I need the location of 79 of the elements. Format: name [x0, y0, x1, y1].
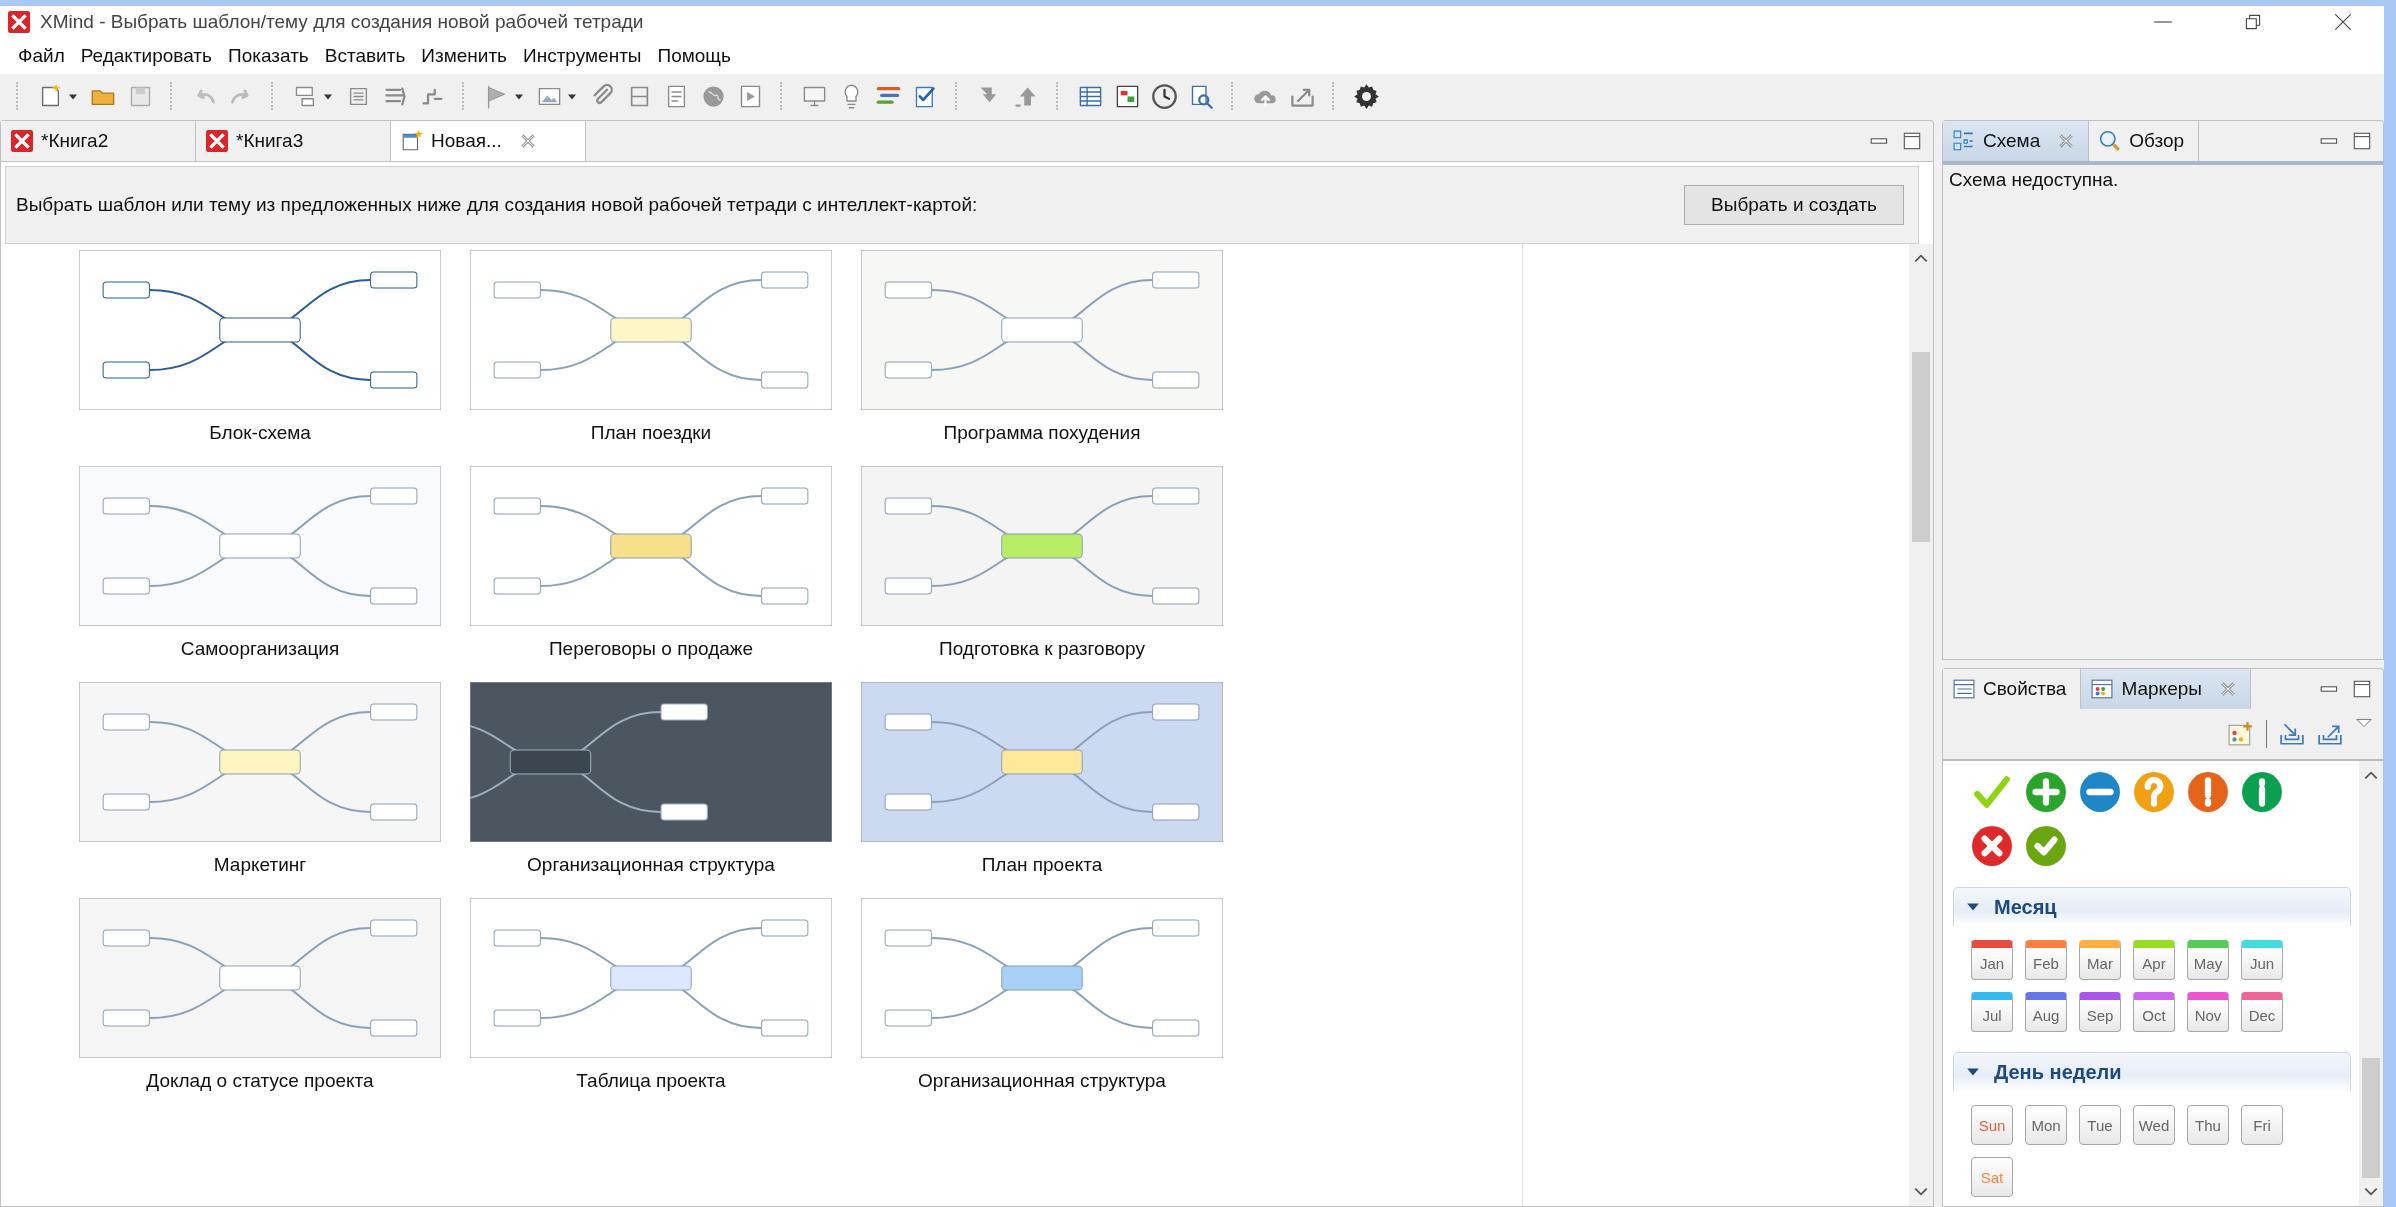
marker-button[interactable]: Jan — [1971, 940, 2013, 980]
menu-item[interactable]: Редактировать — [72, 41, 220, 71]
template-name[interactable]: Доклад о статусе проекта — [146, 1070, 374, 1092]
scroll-thumb[interactable] — [2362, 1058, 2380, 1178]
marker-button[interactable]: Dec — [2241, 992, 2283, 1032]
marker-button[interactable]: Nov — [2187, 992, 2229, 1032]
import-icon[interactable] — [2279, 721, 2305, 747]
marker-button[interactable]: Mar — [2079, 940, 2121, 980]
panel-tab[interactable]: Маркеры — [2081, 669, 2251, 709]
check-circle-icon[interactable] — [2025, 825, 2067, 867]
workbook-icon — [206, 130, 228, 152]
menu-item[interactable]: Файл — [10, 41, 73, 71]
editor-tab[interactable]: *Книга2 — [1, 121, 196, 161]
marker-button[interactable]: Sep — [2079, 992, 2121, 1032]
marker-button[interactable]: May — [2187, 940, 2229, 980]
add-marker-icon[interactable] — [2228, 721, 2254, 747]
marker-button[interactable]: Tue — [2079, 1105, 2121, 1145]
workbook-icon — [11, 130, 33, 152]
window-title: XMind - Выбрать шаблон/тему для создания новой рабочей тетради — [40, 11, 644, 33]
marker-button[interactable]: Wed — [2133, 1105, 2175, 1145]
marker-button[interactable]: Feb — [2025, 940, 2067, 980]
template-name[interactable]: Таблица проекта — [576, 1070, 726, 1092]
maximize-icon[interactable] — [2351, 678, 2373, 700]
scroll-up-icon[interactable] — [2363, 769, 2379, 781]
scrollbar[interactable] — [1909, 244, 1933, 1206]
clock-icon[interactable] — [1151, 82, 1178, 110]
scroll-down-icon[interactable] — [1913, 1186, 1929, 1198]
prompt-text: Выбрать шаблон или тему из предложенных ниже для создания новой рабочей тетради с интеллект-картой: — [16, 194, 979, 216]
search-icon — [2099, 130, 2122, 152]
plus-icon[interactable] — [2025, 771, 2067, 813]
marker-button[interactable]: Apr — [2133, 940, 2175, 980]
maximize-icon[interactable] — [2351, 130, 2373, 152]
template-name[interactable]: Маркетинг — [213, 854, 307, 876]
template-name[interactable]: План поездки — [590, 422, 712, 444]
cross-icon[interactable] — [1971, 825, 2013, 867]
panel-tab[interactable]: Свойства — [1943, 669, 2082, 709]
menu-item[interactable]: Показать — [219, 41, 317, 71]
outline-message: Схема недоступна. — [1949, 169, 2119, 190]
marker-button[interactable]: Oct — [2133, 992, 2175, 1032]
marker-button[interactable]: Jul — [1971, 992, 2013, 1032]
exclamation-icon[interactable] — [2187, 771, 2229, 813]
menu-item[interactable]: Инструменты — [515, 41, 650, 71]
new-document-icon — [401, 130, 423, 152]
close-icon[interactable] — [2332, 11, 2354, 33]
group-header[interactable]: День недели — [1953, 1052, 2351, 1091]
template-name[interactable]: Блок-схема — [209, 422, 311, 444]
outline-icon — [1953, 130, 1975, 152]
info-icon[interactable] — [2241, 771, 2283, 813]
template-name[interactable]: Организационная структура — [918, 1070, 1166, 1092]
template-name[interactable]: Подготовка к разговору — [939, 638, 1145, 660]
minus-icon[interactable] — [2079, 771, 2121, 813]
marker-button[interactable]: Thu — [2187, 1105, 2229, 1145]
marker-button[interactable]: Jun — [2241, 940, 2283, 980]
question-icon[interactable] — [2133, 771, 2175, 813]
scrollbar[interactable] — [2359, 761, 2383, 1206]
template-name[interactable]: Самоорганизация — [180, 638, 340, 660]
marker-button[interactable]: Aug — [2025, 992, 2067, 1032]
maximize-icon[interactable] — [1901, 130, 1923, 152]
template-name[interactable]: Программа похудения — [943, 422, 1141, 444]
template-name[interactable]: Переговоры о продаже — [548, 638, 754, 660]
marker-button[interactable]: Fri — [2241, 1105, 2283, 1145]
marker-button[interactable]: Mon — [2025, 1105, 2067, 1145]
table-icon — [1953, 678, 1975, 700]
template-name[interactable]: План проекта — [981, 854, 1103, 876]
dropdown-icon[interactable] — [2355, 717, 2373, 729]
scroll-down-icon[interactable] — [2363, 1186, 2379, 1198]
menu-item[interactable]: Изменить — [413, 41, 515, 71]
group-header[interactable]: Месяц — [1953, 887, 2351, 926]
app-logo-icon — [8, 11, 30, 33]
menu-item[interactable]: Помощь — [649, 41, 739, 71]
menu-item[interactable]: Вставить — [316, 41, 414, 71]
create-button[interactable]: Выбрать и создать — [1684, 185, 1904, 225]
template-name[interactable]: Организационная структура — [527, 854, 775, 876]
settings-icon[interactable] — [1353, 82, 1380, 110]
panel-tab[interactable]: Схема — [1943, 121, 2090, 161]
palette-icon — [2091, 678, 2114, 700]
scroll-up-icon[interactable] — [1913, 252, 1929, 264]
editor-tab[interactable]: Новая... — [391, 121, 586, 161]
scroll-thumb[interactable] — [1912, 352, 1930, 542]
